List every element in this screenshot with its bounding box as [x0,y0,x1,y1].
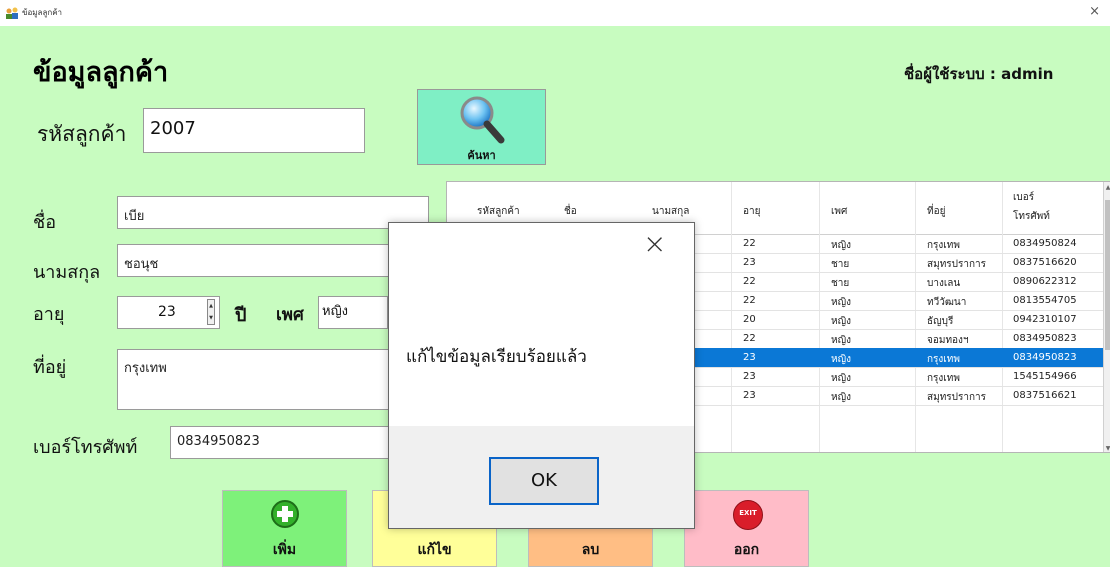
grid-cell-gender[interactable]: หญิง [831,295,851,310]
grid-cell-gender[interactable]: หญิง [831,352,851,367]
app-icon [5,5,19,19]
last-name-input[interactable]: ชอนุช [117,244,407,277]
phone-input[interactable]: 0834950823 [170,426,407,459]
customer-id-input[interactable]: 2007 [143,108,365,153]
grid-cell-address[interactable]: บางเลน [927,276,960,291]
dialog-ok-button[interactable]: OK [489,457,599,505]
grid-cell-phone[interactable]: 0834950824 [1013,238,1077,249]
grid-header-gender[interactable]: เพศ [831,204,847,219]
edit-button-label: แก้ไข [417,542,452,558]
grid-cell-phone[interactable]: 0834950823 [1013,333,1077,344]
address-label: ที่อยู่ [33,357,67,378]
age-label: อายุ [33,304,65,325]
grid-cell-age[interactable]: 23 [743,257,756,268]
grid-header-phone-line2[interactable]: โทรศัพท์ [1013,209,1050,224]
grid-cell-age[interactable]: 23 [743,371,756,382]
scroll-up-icon[interactable]: ▲ [1104,184,1110,191]
grid-cell-address[interactable]: สมุทรปราการ [927,257,986,272]
first-name-input[interactable]: เบีย [117,196,429,229]
add-button-label: เพิ่ม [272,542,297,558]
grid-cell-phone[interactable]: 0890622312 [1013,276,1077,287]
grid-header-customer-id[interactable]: รหัสลูกค้า [477,204,520,219]
magnifier-icon [460,96,505,144]
window-title: ข้อมูลลูกค้า [22,8,63,17]
grid-cell-gender[interactable]: ชาย [831,276,849,291]
grid-cell-address[interactable]: กรุงเทพ [927,352,960,367]
grid-cell-address[interactable]: สมุทรปราการ [927,390,986,405]
gender-label: เพศ [276,305,304,325]
add-button[interactable]: เพิ่ม [222,490,347,567]
year-label: ปี [235,305,247,326]
grid-cell-phone[interactable]: 0942310107 [1013,314,1077,325]
exit-icon-text: EXIT [739,509,757,517]
window-titlebar: ข้อมูลลูกค้า × [0,0,1110,26]
grid-cell-phone[interactable]: 1545154966 [1013,371,1077,382]
grid-cell-gender[interactable]: หญิง [831,390,851,405]
grid-cell-address[interactable]: ธัญบุรี [927,314,953,329]
first-name-label: ชื่อ [33,212,57,233]
exit-button-label: ออก [733,542,760,558]
message-dialog: × แก้ไขข้อมูลเรียบร้อยแล้ว OK [388,222,695,529]
gender-select[interactable]: หญิง [318,296,388,329]
grid-cell-address[interactable]: จอมทองฯ [927,333,969,348]
grid-header-phone-line1[interactable]: เบอร์ [1013,190,1034,205]
grid-cell-age[interactable]: 23 [743,352,756,363]
grid-cell-age[interactable]: 22 [743,276,756,287]
grid-vertical-scrollbar[interactable]: ▲ ▼ [1103,182,1110,452]
grid-cell-gender[interactable]: หญิง [831,314,851,329]
grid-cell-phone[interactable]: 0837516621 [1013,390,1077,401]
age-input[interactable]: 23 ▲ ▼ [117,296,220,329]
grid-cell-phone[interactable]: 0837516620 [1013,257,1077,268]
grid-header-last-name[interactable]: นามสกุล [652,204,689,219]
phone-label: เบอร์โทรศัพท์ [33,437,138,458]
grid-cell-address[interactable]: ทวีวัฒนา [927,295,966,310]
grid-cell-age[interactable]: 22 [743,238,756,249]
grid-header-first-name[interactable]: ชื่อ [564,204,577,219]
customer-id-label: รหัสลูกค้า [37,122,127,146]
dialog-footer: OK [389,426,694,528]
window-close-button[interactable]: × [1089,4,1100,20]
grid-cell-age[interactable]: 20 [743,314,756,325]
current-user-label: ชื่อผู้ใช้ระบบ : admin [904,65,1054,83]
age-stepper[interactable]: ▲ ▼ [207,299,215,325]
grid-cell-age[interactable]: 22 [743,333,756,344]
exit-button[interactable]: EXIT ออก [684,490,809,567]
grid-cell-address[interactable]: กรุงเทพ [927,238,960,253]
grid-cell-phone[interactable]: 0813554705 [1013,295,1077,306]
search-button-label: ค้นหา [467,149,496,162]
exit-icon: EXIT [733,500,763,530]
grid-cell-gender[interactable]: หญิง [831,238,851,253]
grid-cell-address[interactable]: กรุงเทพ [927,371,960,386]
grid-header-age[interactable]: อายุ [743,204,760,219]
last-name-label: นามสกุล [33,262,101,283]
grid-cell-age[interactable]: 22 [743,295,756,306]
delete-button-label: ลบ [581,542,600,558]
page-title: ข้อมูลลูกค้า [33,57,169,88]
grid-cell-gender[interactable]: หญิง [831,371,851,386]
grid-cell-gender[interactable]: ชาย [831,257,849,272]
dialog-close-button[interactable]: × [643,229,666,259]
grid-cell-age[interactable]: 23 [743,390,756,401]
dialog-message: แก้ไขข้อมูลเรียบร้อยแล้ว [406,347,587,367]
address-input[interactable]: กรุงเทพ [117,349,407,410]
search-button[interactable]: ค้นหา [417,89,546,165]
grid-cell-phone[interactable]: 0834950823 [1013,352,1077,363]
age-value: 23 [158,304,176,320]
grid-header-address[interactable]: ที่อยู่ [927,204,945,219]
plus-icon [271,500,299,528]
scroll-down-icon[interactable]: ▼ [1104,445,1110,452]
grid-cell-gender[interactable]: หญิง [831,333,851,348]
scroll-thumb[interactable] [1105,200,1110,350]
